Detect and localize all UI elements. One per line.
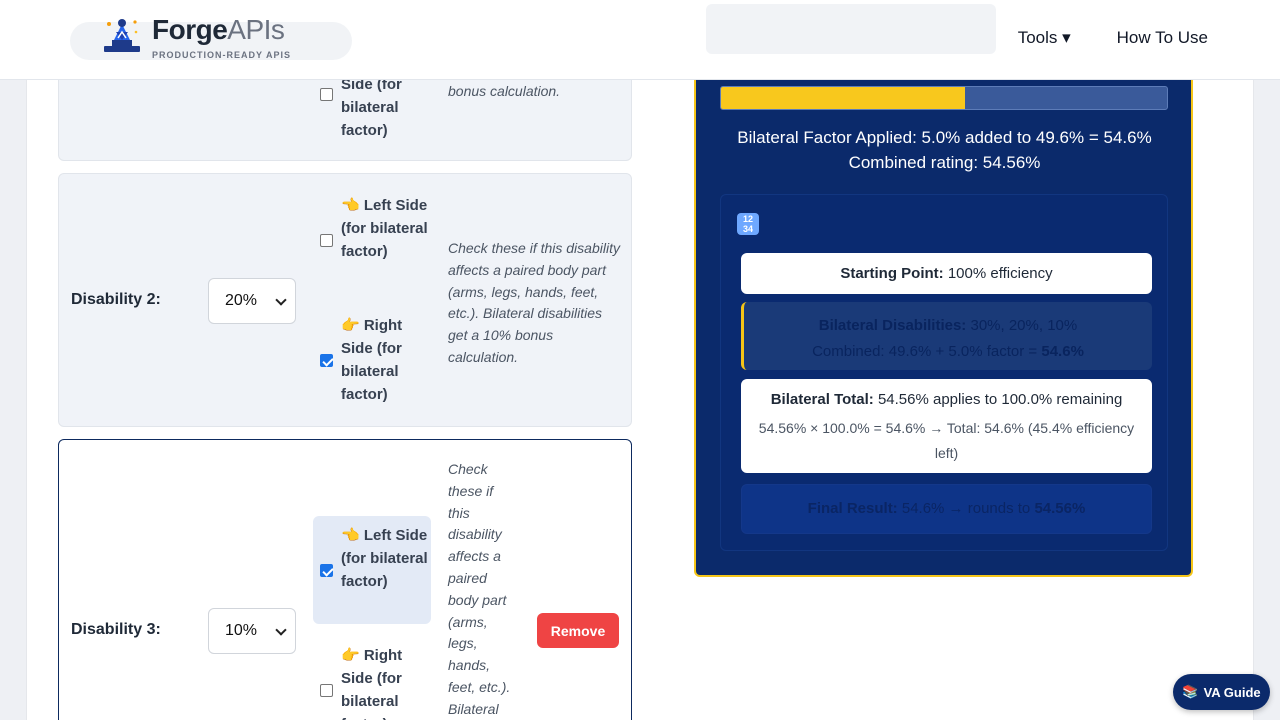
final-result-step: Final Result: 54.6% → rounds to 54.56% — [741, 484, 1152, 534]
left-side-checkbox[interactable] — [320, 234, 333, 247]
combined-rating-line: Combined rating: 54.56% — [848, 153, 1041, 172]
right-side-label: 👉 Right Side (for bilateral factor) — [341, 647, 403, 720]
rating-select[interactable]: 10% — [208, 608, 296, 654]
right-side-label: 👉 Right Side (for bilateral factor) — [341, 317, 403, 403]
step-value: 54.6% → rounds to — [901, 500, 1031, 517]
left-side-checkbox[interactable] — [320, 564, 333, 577]
brand-name-strong: Forge — [152, 14, 228, 45]
step-label: Bilateral Total: — [770, 391, 874, 408]
header-ghost-banner — [706, 4, 996, 54]
result-panel: Bilateral Factor Applied: 5.0% added to … — [694, 60, 1193, 577]
va-guide-label: VA Guide — [1203, 684, 1261, 700]
disability-label: Disability 3: — [71, 621, 161, 638]
right-side-checkbox[interactable] — [320, 684, 333, 697]
rating-select-value: 20% — [225, 292, 258, 309]
step-rounded-value: 54.56% — [1034, 500, 1086, 517]
right-side-option[interactable]: 👉 Right Side (for bilateral factor) — [313, 314, 431, 408]
va-guide-button[interactable]: 📚 VA Guide — [1173, 674, 1270, 710]
rating-progress-bar — [720, 86, 1168, 110]
bilateral-total-step: Bilateral Total: 54.56% applies to 100.0… — [741, 379, 1152, 473]
books-icon: 📚 — [1182, 684, 1199, 699]
step-value: 54.56% applies to 100.0% remaining — [877, 391, 1123, 408]
left-side-label: 👈 Left Side (for bilateral factor) — [341, 527, 428, 590]
nav-how-to-use[interactable]: How To Use — [1117, 28, 1208, 48]
rating-select-value: 10% — [225, 622, 258, 639]
disability-row-3: Disability 3: 10% 👈 Left Side (for bilat… — [58, 439, 632, 720]
nav-tools-dropdown[interactable]: Tools ▾ — [1018, 28, 1071, 48]
disability-label: Disability 2: — [71, 291, 161, 308]
step-label: Bilateral Disabilities: — [818, 317, 967, 334]
bilateral-factor-line: Bilateral Factor Applied: 5.0% added to … — [737, 128, 1152, 147]
left-side-label: 👈 Left Side (for bilateral factor) — [341, 197, 428, 260]
disability-row-2: Disability 2: 20% 👈 Left Side (for bilat… — [58, 173, 632, 427]
chevron-down-icon — [275, 294, 287, 306]
step-label: Final Result: — [807, 500, 898, 517]
step-value: 100% efficiency — [947, 265, 1053, 282]
bilateral-hint: Check these if this disability affects a… — [448, 461, 511, 717]
brand-name-light: APIs — [227, 14, 285, 45]
bilateral-disabilities-step: Bilateral Disabilities: 30%, 20%, 10% Co… — [741, 302, 1152, 370]
brand-logo[interactable]: ForgeAPIs PRODUCTION-READY APIS — [102, 14, 291, 60]
right-side-option[interactable]: Side (for bilateral factor) — [313, 76, 431, 148]
step-label: Starting Point: — [840, 265, 944, 282]
bilateral-hint: bonus calculation. — [448, 83, 561, 99]
right-side-label: Side (for bilateral factor) — [341, 76, 402, 139]
starting-point-step: Starting Point: 100% efficiency — [741, 253, 1152, 294]
rating-progress-fill — [721, 87, 965, 109]
site-header: ForgeAPIs PRODUCTION-READY APIS Tools ▾ … — [0, 0, 1280, 80]
calculation-breakdown: 12 34 Starting Point: 100% efficiency Bil… — [720, 194, 1168, 551]
chevron-down-icon — [275, 624, 287, 636]
left-side-option[interactable]: 👈 Left Side (for bilateral factor) — [313, 194, 431, 288]
step-calculation: 54.56% × 100.0% = 54.6% → Total: 54.6% (… — [758, 420, 1135, 461]
brand-tagline: PRODUCTION-READY APIS — [152, 50, 292, 60]
rating-select[interactable]: 20% — [208, 278, 296, 324]
bilateral-hint: Check these if this disability affects a… — [448, 240, 620, 365]
step-value: 30%, 20%, 10% — [970, 317, 1078, 334]
forge-logo-icon — [104, 19, 140, 52]
left-side-option[interactable]: 👈 Left Side (for bilateral factor) — [313, 516, 431, 624]
remove-button[interactable]: Remove — [537, 613, 619, 648]
numbers-icon: 12 34 — [737, 213, 759, 235]
main-nav: Tools ▾ How To Use — [1018, 28, 1208, 48]
step-combined-value: 54.6% — [1041, 343, 1084, 360]
step-combined: Combined: 49.6% + 5.0% factor = — [812, 343, 1038, 360]
right-side-checkbox[interactable] — [320, 88, 333, 101]
right-side-option[interactable]: 👉 Right Side (for bilateral factor) — [313, 636, 431, 720]
right-side-checkbox[interactable] — [320, 354, 333, 367]
